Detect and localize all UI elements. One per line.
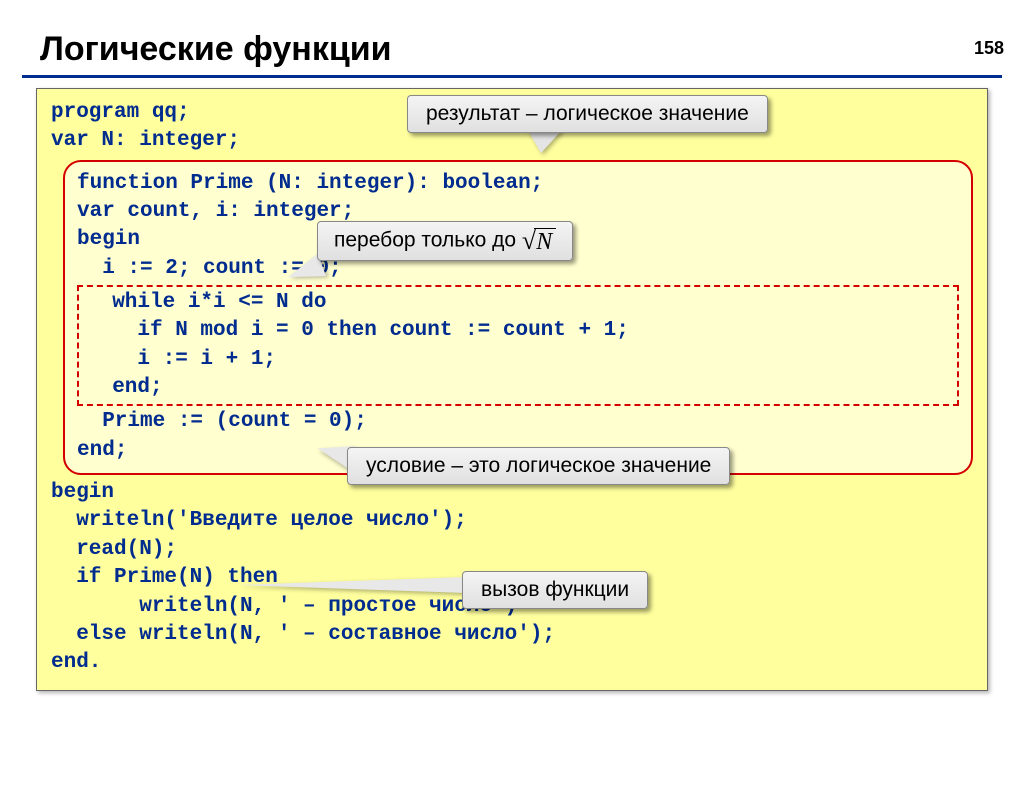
code-line: end. [51, 649, 973, 677]
code-line: writeln('Введите целое число'); [51, 507, 973, 535]
callout-loop-limit: перебор только до √N [317, 221, 573, 261]
code-line: else writeln(N, ' – составное число'); [51, 621, 973, 649]
code-line: i := i + 1; [87, 346, 949, 374]
slide-title: Логические функции [40, 30, 1024, 69]
callout-condition-boolean: условие – это логическое значение [347, 447, 730, 485]
code-line: end; [87, 374, 949, 402]
code-line: read(N); [51, 536, 973, 564]
title-underline [22, 75, 1002, 78]
callout-text: перебор только до [334, 229, 522, 252]
while-loop-box: while i*i <= N do if N mod i = 0 then co… [77, 285, 959, 406]
sqrt-argument: N [534, 228, 556, 255]
code-line: Prime := (count = 0); [77, 408, 959, 436]
callout-function-call: вызов функции [462, 571, 648, 609]
page-number: 158 [974, 38, 1004, 59]
code-line: function Prime (N: integer): boolean; [77, 170, 959, 198]
callout-result-boolean: результат – логическое значение [407, 95, 768, 133]
sqrt-expression: √N [522, 226, 556, 256]
code-container: program qq; var N: integer; function Pri… [36, 88, 988, 691]
function-box: function Prime (N: integer): boolean; va… [63, 160, 973, 475]
code-line: if N mod i = 0 then count := count + 1; [87, 317, 949, 345]
code-line: while i*i <= N do [87, 289, 949, 317]
callout-tail-icon [237, 577, 467, 593]
